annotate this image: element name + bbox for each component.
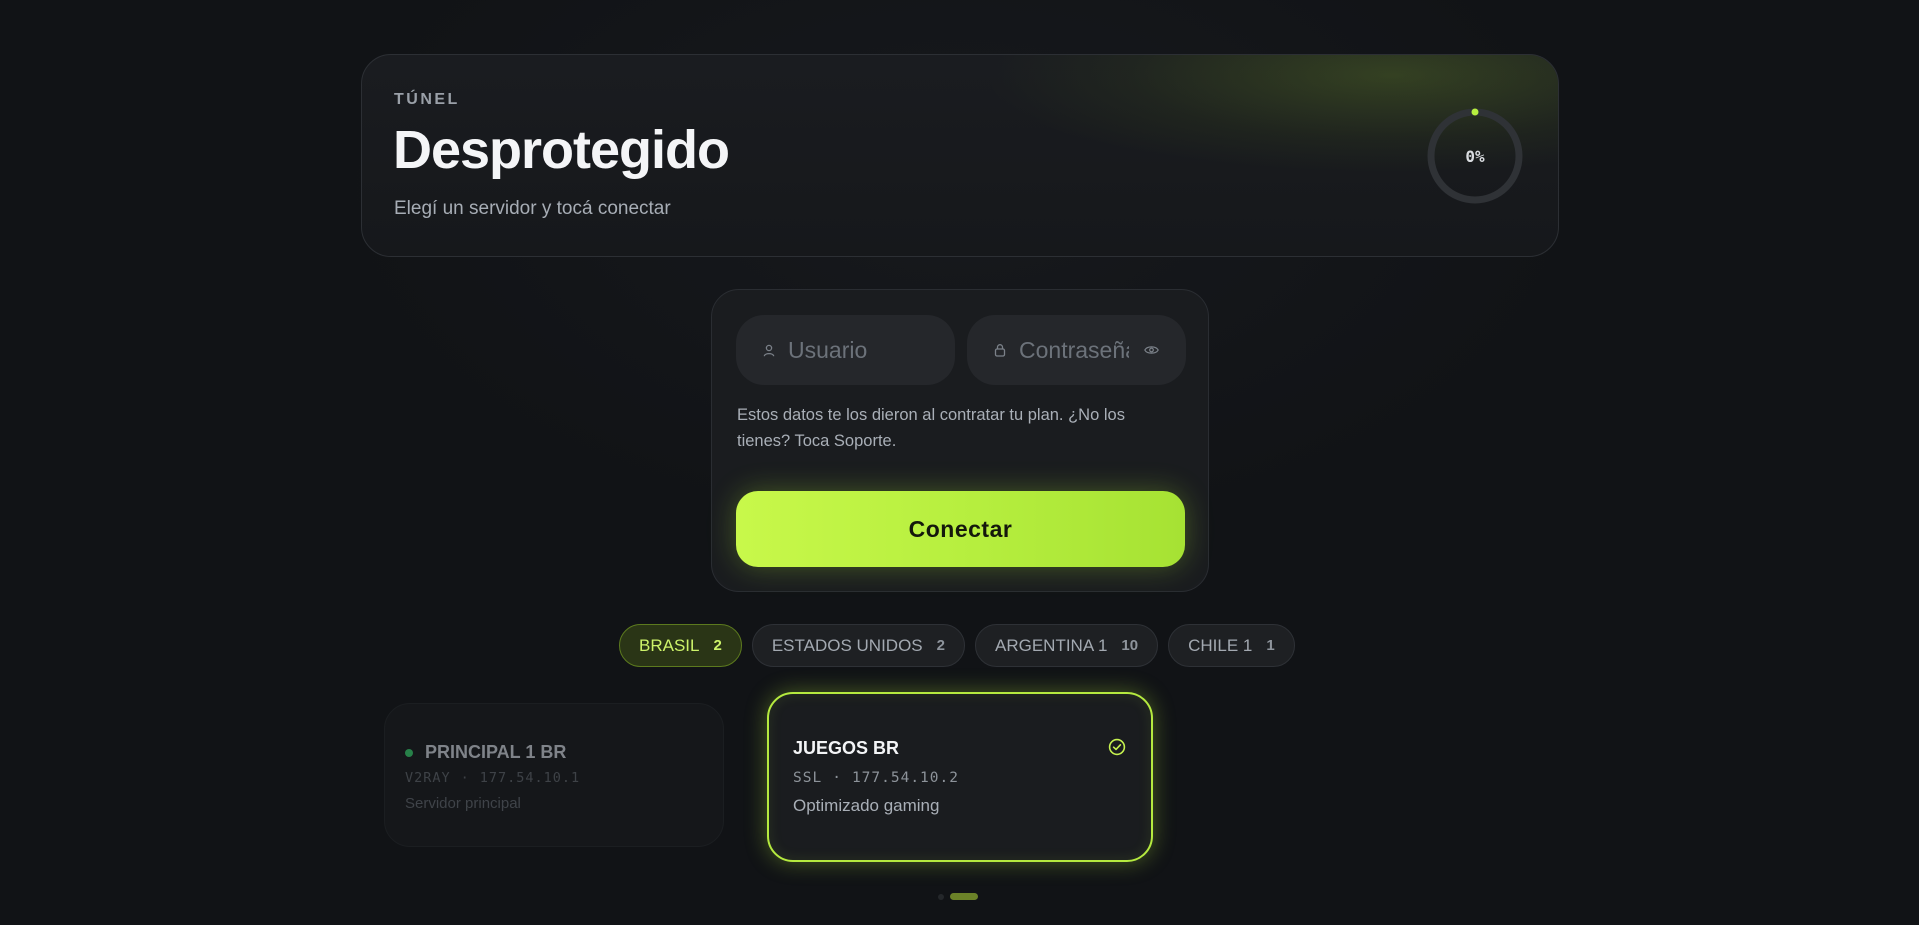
server-meta: SSL · 177.54.10.2 <box>793 770 959 786</box>
meta-separator: · <box>460 770 470 786</box>
password-input[interactable] <box>1019 336 1129 364</box>
password-field[interactable] <box>967 315 1186 385</box>
server-card-principal[interactable]: PRINCIPAL 1 BR V2RAY · 177.54.10.1 Servido… <box>384 703 724 847</box>
server-ip: 177.54.10.2 <box>851 770 959 786</box>
server-card-juegos[interactable]: JUEGOS BR SSL · 177.54.10.2 Optimizado gam… <box>767 692 1153 862</box>
user-icon <box>762 343 776 357</box>
check-circle-icon <box>1108 738 1126 756</box>
tab-label: BRASIL <box>639 635 700 655</box>
tab-label: ESTADOS UNIDOS <box>771 635 923 655</box>
progress-percentage: 0% <box>1465 146 1485 166</box>
country-tabs: BRASIL 2 ESTADOS UNIDOS 2 ARGENTINA 1 10… <box>619 624 1295 667</box>
tab-label: ARGENTINA 1 <box>995 635 1108 655</box>
server-description: Servidor principal <box>405 795 521 812</box>
progress-ring: 0% <box>1426 107 1524 205</box>
tab-count: 2 <box>936 637 945 654</box>
login-help-text: Estos datos te los dieron al contratar t… <box>737 406 1125 450</box>
server-protocol: V2RAY <box>405 770 451 786</box>
connect-button[interactable]: Conectar <box>736 491 1185 567</box>
tab-count: 1 <box>1266 637 1275 654</box>
tab-count: 10 <box>1121 637 1139 654</box>
username-input[interactable] <box>788 336 898 364</box>
server-ip: 177.54.10.1 <box>479 770 581 786</box>
status-title: Desprotegido <box>393 120 730 180</box>
carousel-pager <box>938 893 978 900</box>
username-field[interactable] <box>736 315 955 385</box>
pager-dot-active[interactable] <box>950 893 978 900</box>
status-subtitle: Elegí un servidor y tocá conectar <box>394 198 671 219</box>
pager-dot[interactable] <box>938 893 944 900</box>
tab-label: CHILE 1 <box>1188 635 1253 655</box>
server-description: Optimizado gaming <box>793 796 940 815</box>
server-protocol: SSL <box>793 770 823 786</box>
server-name: JUEGOS BR <box>793 738 900 758</box>
tab-estados-unidos[interactable]: ESTADOS UNIDOS 2 <box>751 624 965 667</box>
online-status-dot <box>405 749 413 757</box>
login-card: Estos datos te los dieron al contratar t… <box>711 289 1209 592</box>
status-eyebrow: TÚNEL <box>394 91 460 108</box>
server-meta: V2RAY · 177.54.10.1 <box>405 770 580 786</box>
tunnel-status-card: TÚNEL Desprotegido Elegí un servidor y t… <box>361 54 1559 257</box>
tab-count: 2 <box>713 637 722 654</box>
meta-separator: · <box>832 770 842 786</box>
tab-argentina[interactable]: ARGENTINA 1 10 <box>975 624 1159 667</box>
tab-chile[interactable]: CHILE 1 1 <box>1168 624 1295 667</box>
server-name: PRINCIPAL 1 BR <box>425 742 567 762</box>
lock-icon <box>993 343 1007 357</box>
eye-icon[interactable] <box>1143 344 1159 356</box>
tab-brasil[interactable]: BRASIL 2 <box>619 624 742 667</box>
